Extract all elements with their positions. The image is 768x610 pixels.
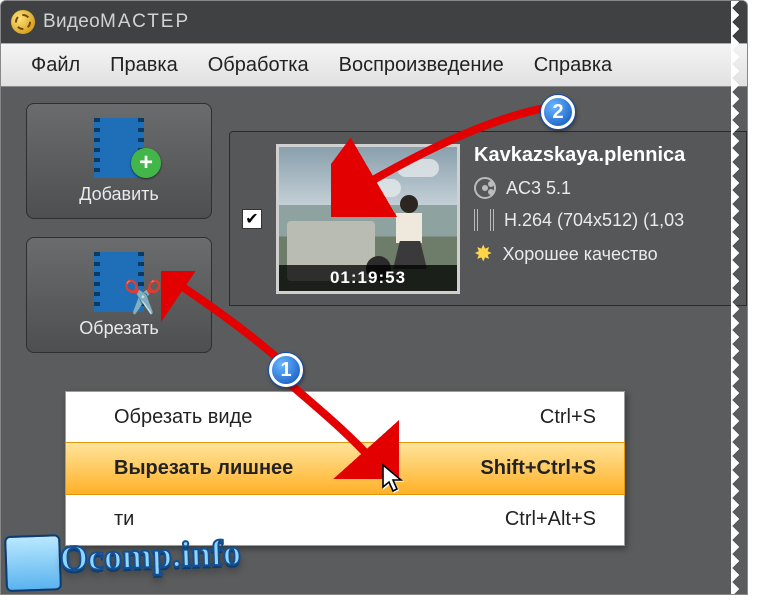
app-title-part2: МАСТЕР bbox=[100, 11, 190, 32]
annotation-bubble-2: 2 bbox=[541, 95, 575, 129]
scissors-icon: ✂️ bbox=[123, 278, 163, 316]
app-title-part1: Видео bbox=[43, 11, 100, 32]
ctx-shortcut: Shift+Ctrl+S bbox=[480, 457, 596, 480]
ctx-shortcut: Ctrl+S bbox=[540, 406, 596, 429]
plus-icon: + bbox=[131, 148, 161, 178]
crop-button-label: Обрезать bbox=[79, 318, 158, 339]
ctx-label: Обрезать виде bbox=[114, 406, 252, 429]
ctx-shortcut: Ctrl+Alt+S bbox=[505, 508, 596, 531]
app-window: ВидеоМАСТЕР Файл Правка Обработка Воспро… bbox=[0, 0, 748, 595]
star-icon: ✸ bbox=[474, 241, 492, 267]
mouse-cursor-icon bbox=[381, 463, 405, 500]
menu-playback[interactable]: Воспроизведение bbox=[327, 50, 516, 81]
annotation-arrow-2 bbox=[331, 97, 571, 217]
torn-edge-decoration bbox=[731, 1, 747, 594]
menu-bar: Файл Правка Обработка Воспроизведение Сп… bbox=[1, 43, 747, 87]
menu-help[interactable]: Справка bbox=[522, 50, 624, 81]
add-button[interactable]: + Добавить bbox=[26, 103, 212, 219]
app-icon bbox=[11, 10, 35, 34]
watermark: Ocomp.info bbox=[4, 528, 242, 592]
ctx-label: ти bbox=[114, 508, 134, 531]
watermark-cube-icon bbox=[4, 534, 62, 592]
annotation-bubble-1: 1 bbox=[269, 353, 303, 387]
app-title: ВидеоМАСТЕР bbox=[43, 11, 190, 33]
add-button-label: Добавить bbox=[79, 184, 159, 205]
watermark-text: Ocomp.info bbox=[59, 532, 241, 578]
title-bar: ВидеоМАСТЕР bbox=[1, 1, 747, 43]
menu-processing[interactable]: Обработка bbox=[196, 50, 321, 81]
menu-file[interactable]: Файл bbox=[19, 50, 92, 81]
ctx-label: Вырезать лишнее bbox=[114, 457, 293, 480]
video-quality: Хорошее качество bbox=[502, 244, 657, 265]
menu-edit[interactable]: Правка bbox=[98, 50, 190, 81]
annotation-arrow-1 bbox=[161, 271, 331, 381]
video-quality-row: ✸ Хорошее качество bbox=[474, 241, 685, 267]
video-checkbox[interactable]: ✔ bbox=[242, 209, 262, 229]
